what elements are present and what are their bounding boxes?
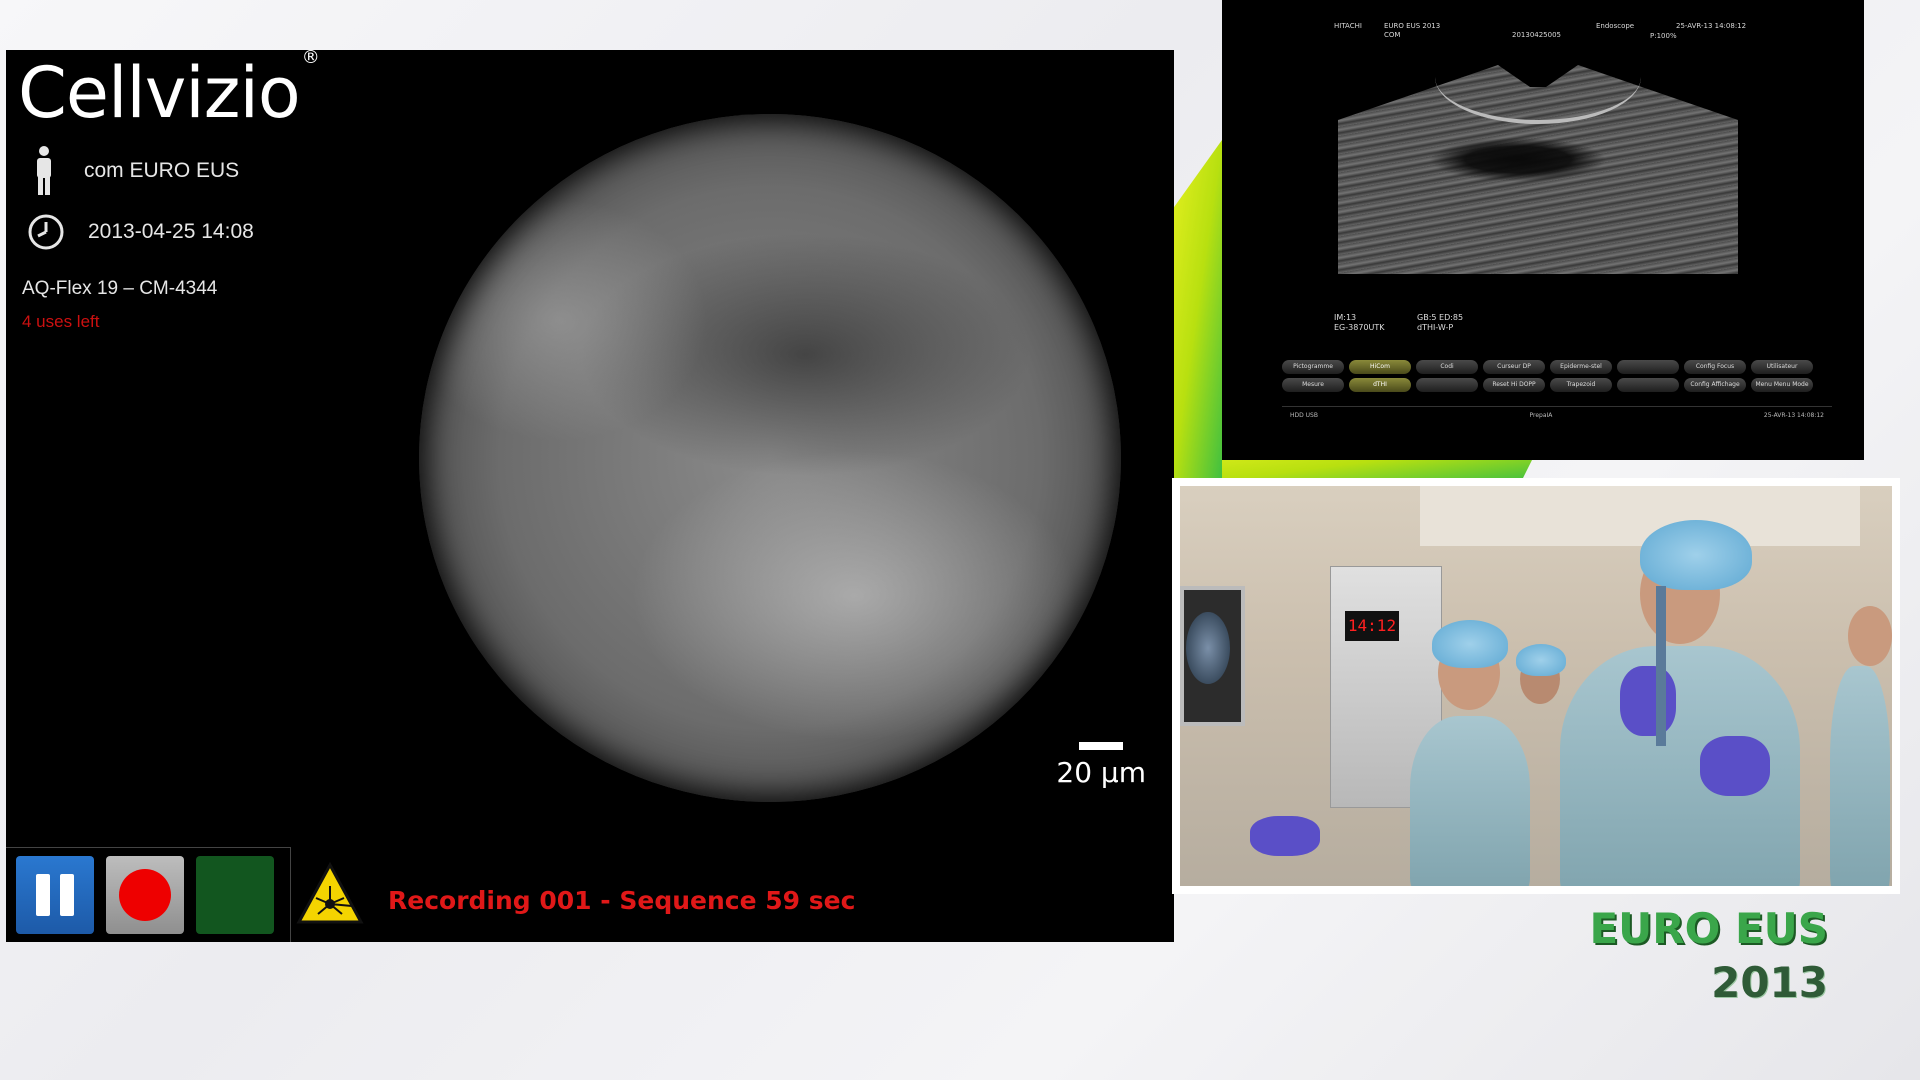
person-icon (37, 146, 51, 195)
us-button[interactable]: Menu Menu Mode (1751, 378, 1813, 392)
confocal-field-of-view (419, 114, 1121, 802)
us-meta-right-line: dTHI-W-P (1417, 323, 1454, 332)
wall-cabinet (1420, 486, 1860, 546)
us-button[interactable]: dTHI (1349, 378, 1411, 392)
us-status-right: 25-AVR-13 14:08:12 (1763, 412, 1824, 419)
room-camera-panel: 14:12 (1172, 478, 1900, 894)
clock-icon (28, 214, 64, 250)
glove (1250, 816, 1320, 856)
cellvizio-logo: Cellvizio ® (18, 50, 320, 134)
us-meta-left-line: IM:13 (1334, 313, 1357, 322)
brand-name: Cellvizio (18, 52, 301, 134)
us-button[interactable]: Codi (1416, 360, 1478, 374)
us-status-left: HDD USB (1290, 412, 1318, 419)
us-button[interactable]: Pictogramme (1282, 360, 1344, 374)
endoscope-shaft (1656, 586, 1666, 746)
logo-line1: EURO EUS (1589, 904, 1828, 953)
us-touch-buttons: Pictogramme HiCom Codi Curseur DP Epider… (1282, 360, 1832, 392)
us-header-sub: COM (1384, 31, 1401, 39)
patient-row: com EURO EUS (26, 145, 239, 197)
screen: Cellvizio ® com EURO EUS 2013-04-25 14:08… (0, 0, 1920, 1080)
patient-label: com EURO EUS (84, 159, 240, 182)
us-button[interactable]: HiCom (1349, 360, 1411, 374)
us-button[interactable] (1617, 378, 1679, 392)
us-status-bar: HDD USB PrepaIA 25-AVR-13 14:08:12 (1282, 406, 1832, 424)
uses-left-label: 4 uses left (22, 312, 100, 331)
scale-bar-line (1079, 742, 1124, 750)
us-button[interactable] (1617, 360, 1679, 374)
cellvizio-panel: Cellvizio ® com EURO EUS 2013-04-25 14:08… (6, 50, 1174, 942)
person-standing-cap (1640, 520, 1752, 590)
person-seated-cap (1432, 620, 1508, 668)
laser-warning-icon (296, 862, 364, 924)
us-button[interactable]: Mesure (1282, 378, 1344, 392)
room-video: 14:12 (1180, 486, 1892, 886)
us-header-brand: HITACHI (1334, 22, 1362, 30)
us-header-mode: Endoscope (1596, 22, 1635, 30)
us-status-mid: PrepaIA (1529, 412, 1553, 419)
us-button[interactable]: Curseur DP (1483, 360, 1545, 374)
datetime-label: 2013-04-25 14:08 (88, 220, 254, 243)
scale-bar: 20 µm (1056, 742, 1146, 789)
ultrasound-panel: HITACHI EURO EUS 2013 COM 20130425005 En… (1222, 0, 1864, 460)
us-button[interactable]: Reset Hi DOPP (1483, 378, 1545, 392)
endoscopy-monitor (1180, 586, 1245, 726)
us-meta-right-line: GB:5 ED:85 (1417, 313, 1464, 322)
person-seated (1410, 716, 1530, 886)
person-right (1830, 666, 1890, 886)
us-button[interactable]: Config Focus (1684, 360, 1746, 374)
pause-button[interactable] (16, 856, 94, 934)
us-meta-left: IM:13 EG-3870UTK (1334, 313, 1385, 333)
us-meta-left-line: EG-3870UTK (1334, 323, 1385, 332)
recording-status: Recording 001 - Sequence 59 sec (388, 886, 856, 915)
registered-mark: ® (301, 50, 320, 68)
ultrasound-probe-arc (1435, 30, 1641, 124)
stop-button[interactable] (196, 856, 274, 934)
glove (1700, 736, 1770, 796)
datetime-row: 2013-04-25 14:08 (26, 212, 254, 252)
logo-line2: 2013 (1711, 958, 1828, 1007)
euro-eus-logo: EURO EUS 2013 (1589, 902, 1828, 1010)
us-button[interactable]: Epiderme-stel (1550, 360, 1612, 374)
us-header-power: P:100% (1650, 32, 1677, 40)
probe-label: AQ-Flex 19 – CM-4344 (22, 278, 218, 299)
scale-label: 20 µm (1056, 756, 1146, 789)
us-button[interactable] (1416, 378, 1478, 392)
us-header-name: EURO EUS 2013 (1384, 22, 1441, 30)
wall-clock-display: 14:12 (1345, 611, 1399, 641)
glove (1620, 666, 1676, 736)
us-header-date: 25-AVR-13 14:08:12 (1676, 22, 1747, 30)
person-back-cap (1516, 644, 1566, 676)
us-meta-right: GB:5 ED:85 dTHI-W-P (1417, 313, 1463, 333)
person-right-head (1848, 606, 1892, 666)
us-button[interactable]: Utilisateur (1751, 360, 1813, 374)
us-button[interactable]: Config Affichage (1684, 378, 1746, 392)
record-button[interactable] (106, 856, 184, 934)
recording-controls (6, 847, 291, 942)
us-button[interactable]: Trapezoid (1550, 378, 1612, 392)
